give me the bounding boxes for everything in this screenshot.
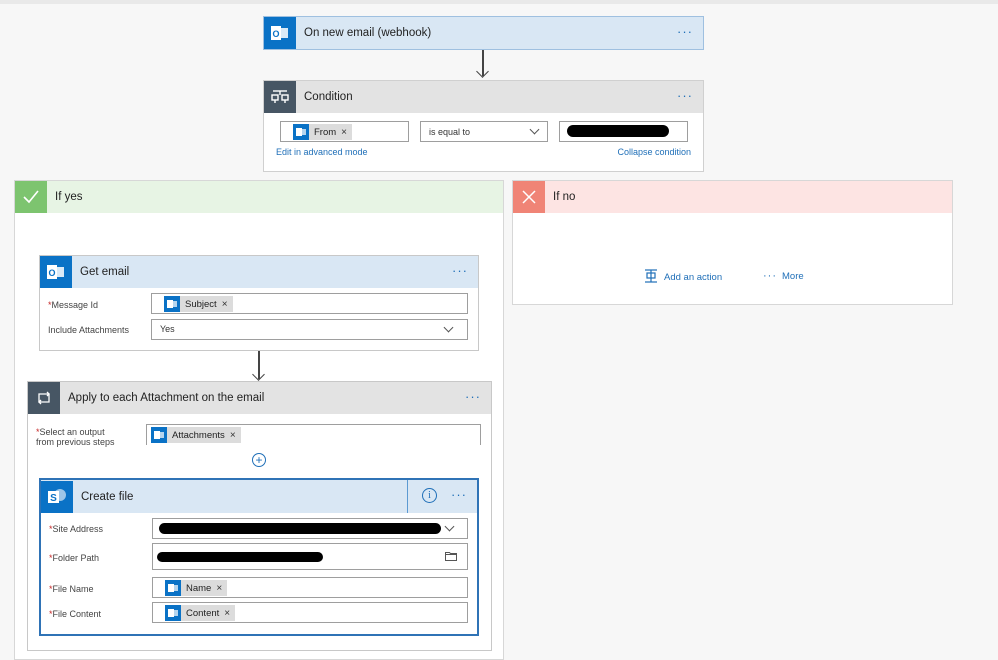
name-token[interactable]: Name × [165,580,228,596]
add-action-label: Add an action [664,272,723,283]
create-file-card: S Create file i ··· *Site Address *Folde… [39,478,479,636]
attachments-token-label: Attachments [172,429,225,441]
message-id-field[interactable]: Subject × [151,293,468,314]
loop-icon [28,382,60,414]
if-no-title: If no [553,191,576,203]
site-address-select[interactable] [152,518,468,539]
remove-token-button[interactable]: × [341,127,347,138]
include-attachments-select[interactable]: Yes [151,319,468,340]
condition-icon [264,81,296,113]
svg-text:O: O [272,29,279,39]
condition-left-operand[interactable]: From × [280,121,409,142]
trigger-more-button[interactable]: ··· [677,25,693,39]
name-token-label: Name [186,582,212,594]
condition-operator-select[interactable]: is equal to [420,121,548,142]
if-no-branch: If no Add an action ··· More [512,180,953,305]
content-token-label: Content [186,607,220,619]
svg-text:S: S [50,493,57,504]
outlook-icon: O [40,256,72,288]
more-button[interactable]: ··· More [763,270,804,282]
condition-more-button[interactable]: ··· [677,89,693,103]
get-email-card: O Get email ··· *Message Id Subject × In… [39,255,479,351]
content-token[interactable]: Content × [165,605,236,621]
remove-token-button[interactable]: × [216,583,222,594]
include-attachments-value: Yes [160,324,175,334]
operator-value: is equal to [429,127,471,137]
folder-path-label: *Folder Path [49,553,100,563]
more-dots-icon: ··· [763,270,777,282]
chevron-down-icon [443,322,454,333]
checkmark-icon [15,181,47,213]
top-strip [0,0,998,4]
from-token[interactable]: From × [293,124,353,140]
subject-token-label: Subject [185,298,217,310]
select-output-field[interactable]: Attachments × [146,424,481,445]
file-content-label: *File Content [49,609,102,619]
close-icon [513,181,545,213]
message-id-label: *Message Id [48,300,99,310]
sharepoint-icon: S [41,480,73,513]
chevron-down-icon [444,521,455,532]
add-step-plus-icon[interactable]: + [252,453,266,467]
trigger-card[interactable]: O On new email (webhook) ··· [263,16,704,50]
site-address-label: *Site Address [49,524,104,534]
select-output-label: *Select an output from previous steps [36,427,115,447]
outlook-icon [164,296,180,312]
connector-arrow-head [476,65,489,78]
subject-token[interactable]: Subject × [164,296,233,312]
add-action-icon [644,269,658,286]
redacted-value [157,552,323,562]
header-divider [407,480,408,513]
outlook-icon [165,580,181,596]
svg-text:O: O [48,268,55,278]
outlook-icon: O [264,17,296,49]
chevron-down-icon [529,124,540,135]
folder-path-field[interactable] [152,543,468,570]
create-file-more-button[interactable]: ··· [451,488,467,502]
include-attachments-label: Include Attachments [48,325,130,335]
file-name-field[interactable]: Name × [152,577,468,598]
condition-card: Condition ··· From × is equal to Edit in… [263,80,704,172]
folder-icon[interactable] [445,551,457,564]
apply-each-title: Apply to each Attachment on the email [68,392,265,404]
from-token-label: From [314,126,337,138]
get-email-title: Get email [80,266,130,278]
outlook-icon [293,124,309,140]
condition-title: Condition [304,91,353,103]
create-file-title: Create file [81,490,134,503]
get-email-more-button[interactable]: ··· [452,264,468,278]
file-content-field[interactable]: Content × [152,602,468,623]
add-action-button[interactable]: Add an action [644,269,722,286]
info-icon[interactable]: i [422,488,437,503]
file-name-label: *File Name [49,584,94,594]
remove-token-button[interactable]: × [230,430,236,441]
remove-token-button[interactable]: × [222,299,228,310]
condition-right-operand[interactable] [559,121,688,142]
redacted-value [159,523,441,534]
attachments-token[interactable]: Attachments × [151,427,241,443]
apply-each-more-button[interactable]: ··· [465,390,481,404]
edit-advanced-mode-link[interactable]: Edit in advanced mode [276,147,368,157]
more-label: More [782,270,804,282]
redacted-value [567,125,669,137]
trigger-title: On new email (webhook) [304,27,432,39]
collapse-condition-link[interactable]: Collapse condition [617,147,691,157]
remove-token-button[interactable]: × [224,608,230,619]
outlook-icon [151,427,167,443]
outlook-icon [165,605,181,621]
if-yes-title: If yes [55,191,83,203]
